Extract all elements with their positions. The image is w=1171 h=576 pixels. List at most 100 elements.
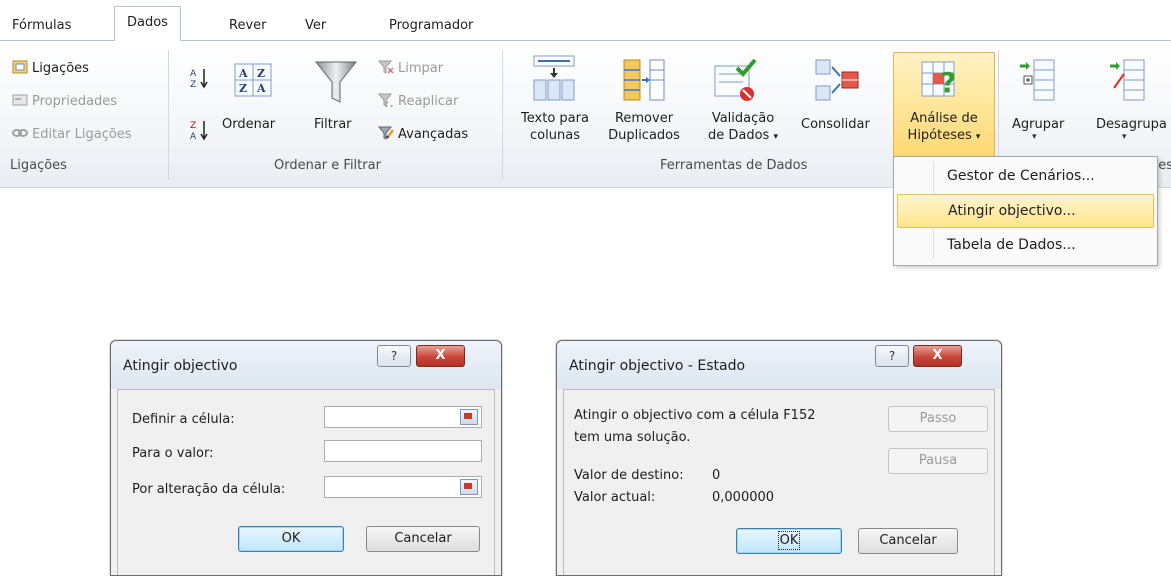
dialog-body: Atingir o objectivo com a célula F152 te… (563, 389, 995, 575)
chevron-down-icon: ▾ (1122, 132, 1127, 142)
texto-para-colunas-button[interactable] (530, 54, 578, 104)
validacao-label-line2: de Dados ▾ (696, 127, 790, 146)
pausa-button[interactable]: Pausa (888, 448, 988, 474)
funnel-icon (314, 61, 358, 103)
ok-button-label: OK (777, 531, 801, 550)
range-select-icon[interactable] (460, 409, 478, 425)
agrupar-button[interactable] (1018, 58, 1058, 104)
ligacoes-button[interactable]: Ligações (12, 60, 89, 76)
menu-item-tabela-dados[interactable]: Tabela de Dados... (897, 229, 1152, 261)
group-icon (1020, 59, 1055, 101)
consolidar-button[interactable] (814, 58, 860, 104)
range-select-icon[interactable] (460, 479, 478, 495)
alteracao-celula-input[interactable] (324, 476, 482, 498)
analise-label-line2-text: Hipóteses (907, 128, 972, 143)
definir-celula-label: Definir a célula: (132, 412, 235, 427)
desagrupar-label: Desagrupa (1096, 117, 1167, 132)
menu-item-label: Gestor de Cenários... (947, 168, 1095, 184)
valor-actual-value: 0,000000 (712, 490, 775, 505)
svg-text:A: A (190, 132, 197, 142)
chevron-down-icon: ▾ (975, 132, 981, 142)
svg-text:Z: Z (239, 82, 247, 95)
help-button[interactable]: ? (377, 345, 411, 367)
goal-seek-status-dialog: Atingir objectivo - Estado ? X Atingir o… (556, 340, 1002, 576)
validacao-de-dados-button[interactable] (713, 58, 759, 104)
remover-duplicados-button[interactable] (622, 58, 666, 104)
limpar-button[interactable]: Limpar (378, 60, 443, 76)
chevron-down-icon: ▾ (1032, 132, 1037, 142)
definir-celula-input[interactable] (324, 406, 482, 428)
ordenar-button[interactable]: AZZA (233, 60, 273, 100)
editar-ligacoes-label: Editar Ligações (32, 127, 132, 142)
consolidar-label: Consolidar (801, 117, 870, 132)
remover-duplicados-label: Remover Duplicados (603, 110, 685, 144)
para-valor-label: Para o valor: (132, 446, 214, 461)
cancel-button[interactable]: Cancelar (858, 528, 958, 554)
svg-text:A: A (256, 82, 266, 95)
reaplicar-label: Reaplicar (398, 94, 459, 109)
valor-actual-label: Valor actual: (574, 490, 656, 505)
para-valor-input[interactable] (324, 440, 482, 462)
limpar-label: Limpar (398, 61, 444, 76)
texto-label-line2: colunas (530, 128, 580, 143)
reaplicar-button[interactable]: Reaplicar (378, 93, 458, 109)
desagrupar-button[interactable] (1108, 58, 1148, 104)
goal-seek-dialog: Atingir objectivo ? X Definir a célula: … (110, 340, 502, 576)
dialog-body: Definir a célula: Para o valor: Por alte… (117, 389, 495, 575)
ungroup-icon (1110, 59, 1145, 101)
what-if-analysis-icon: ? (921, 61, 956, 99)
properties-icon (12, 94, 28, 106)
validacao-label-line1: Validação (711, 111, 775, 126)
menu-item-gestor-cenarios[interactable]: Gestor de Cenários... (897, 160, 1152, 192)
filtrar-label: Filtrar (314, 117, 352, 132)
svg-text:?: ? (940, 66, 956, 99)
ligacoes-label: Ligações (32, 61, 89, 76)
tab-rever[interactable]: Rever (229, 12, 266, 40)
dialog-title-bar: Atingir objectivo - Estado ? X (557, 341, 1001, 389)
tab-ver[interactable]: Ver (305, 12, 326, 40)
sort-a-z-button[interactable]: AZ (190, 66, 210, 90)
connections-icon (12, 60, 28, 74)
dialog-title: Atingir objectivo (123, 358, 238, 374)
close-button[interactable]: X (913, 345, 962, 367)
tab-programador[interactable]: Programador (389, 12, 473, 40)
sort-ascending-icon: AZ (190, 69, 208, 90)
dialog-title-bar: Atingir objectivo ? X (111, 341, 501, 389)
cancel-button[interactable]: Cancelar (366, 526, 480, 552)
tab-formulas[interactable]: Fórmulas (12, 12, 71, 40)
remove-duplicates-icon (623, 59, 665, 101)
tab-dados[interactable]: Dados (114, 6, 181, 41)
status-message-line1: Atingir o objectivo com a célula F152 (574, 408, 816, 423)
menu-item-atingir-objectivo[interactable]: Atingir objectivo... (897, 194, 1154, 228)
group-label-ligacoes: Ligações (10, 158, 67, 173)
sort-z-a-button[interactable]: ZA (190, 118, 210, 142)
editar-ligacoes-button[interactable]: Editar Ligações (12, 126, 132, 142)
remover-label-line1: Remover (614, 111, 674, 126)
sort-dialog-icon: A ZZ A (234, 63, 272, 97)
propriedades-label: Propriedades (32, 94, 118, 109)
analise-de-hipoteses-label: Análise de Hipóteses ▾ (893, 110, 995, 146)
propriedades-button[interactable]: Propriedades (12, 93, 117, 109)
svg-text:A: A (190, 69, 197, 79)
svg-text:Z: Z (190, 80, 196, 90)
group-label-ferramentas: Ferramentas de Dados (660, 158, 808, 173)
text-to-columns-icon (533, 55, 575, 101)
valor-destino-label: Valor de destino: (574, 468, 684, 483)
alteracao-celula-label: Por alteração da célula: (132, 482, 286, 497)
dialog-title: Atingir objectivo - Estado (569, 358, 746, 374)
filtrar-button[interactable] (314, 58, 358, 106)
svg-text:Z: Z (190, 121, 196, 131)
advanced-filter-icon (378, 126, 394, 140)
clear-filter-icon (378, 60, 394, 74)
close-button[interactable]: X (416, 345, 465, 367)
data-validation-icon (714, 58, 757, 101)
svg-text:A: A (238, 67, 248, 80)
validacao-de-dados-label: Validação de Dados ▾ (696, 110, 790, 146)
group-separator (502, 50, 503, 180)
help-button[interactable]: ? (875, 345, 909, 367)
group-separator (168, 50, 169, 180)
ok-button[interactable]: OK (238, 526, 344, 552)
ok-button[interactable]: OK (736, 528, 842, 554)
avancadas-button[interactable]: Avançadas (378, 126, 468, 142)
passo-button[interactable]: Passo (888, 406, 988, 432)
